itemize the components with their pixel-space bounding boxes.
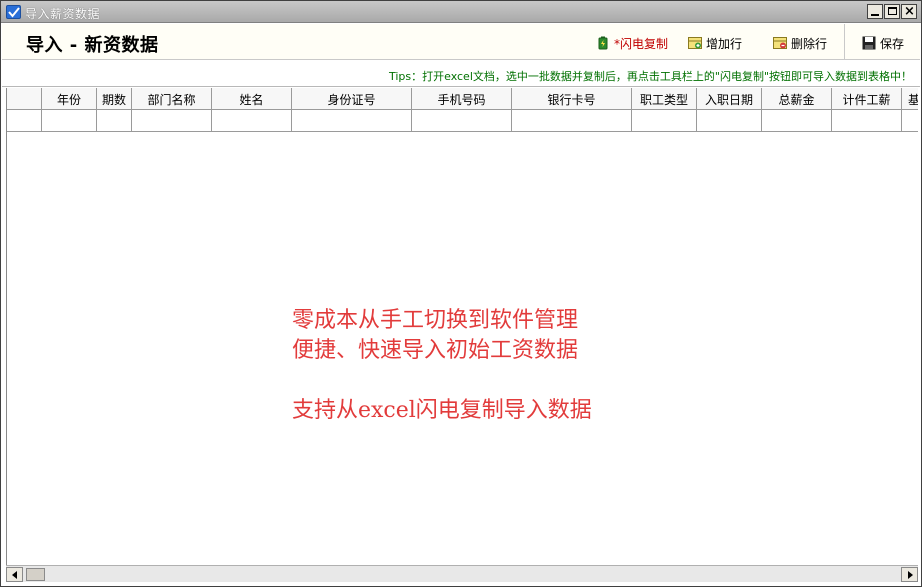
row-header-corner[interactable] — [7, 88, 42, 110]
note-line-3: 支持从excel闪电复制导入数据 — [292, 398, 592, 423]
minimize-button[interactable] — [867, 4, 883, 19]
add-row-icon — [688, 36, 702, 50]
tips-bar: Tips：打开excel文档，选中一批数据并复制后，再点击工具栏上的"闪电复制"… — [2, 61, 920, 87]
toolbar-divider — [844, 24, 845, 60]
delete-row-label: 删除行 — [791, 36, 828, 51]
horizontal-scrollbar[interactable] — [6, 565, 918, 582]
row-header-cell[interactable] — [7, 110, 42, 132]
battery-flash-icon — [596, 36, 610, 50]
table-cell[interactable] — [762, 110, 832, 132]
table-cell[interactable] — [97, 110, 132, 132]
toolbar: 导入 - 新资数据 *闪电复制 增加行 删除行 保存 — [2, 24, 920, 60]
close-icon: × — [904, 4, 915, 19]
delete-row-icon — [773, 36, 787, 50]
table-cell[interactable] — [832, 110, 902, 132]
note-spacer — [292, 366, 592, 396]
scroll-right-arrow-icon — [908, 571, 913, 579]
tips-text: Tips：打开excel文档，选中一批数据并复制后，再点击工具栏上的"闪电复制"… — [388, 70, 912, 83]
maximize-icon — [888, 7, 897, 15]
maximize-button[interactable] — [884, 4, 900, 19]
col-header-department[interactable]: 部门名称 — [132, 88, 212, 110]
app-check-icon — [6, 5, 21, 19]
save-button[interactable]: 保存 — [862, 34, 904, 52]
table-cell[interactable] — [212, 110, 292, 132]
scroll-left-button[interactable] — [6, 567, 23, 582]
table-cell[interactable] — [632, 110, 697, 132]
col-header-period[interactable]: 期数 — [97, 88, 132, 110]
minimize-icon — [871, 14, 879, 16]
col-header-piecework-pay[interactable]: 计件工薪 — [832, 88, 902, 110]
col-header-total-salary[interactable]: 总薪金 — [762, 88, 832, 110]
scrollbar-thumb[interactable] — [26, 568, 45, 581]
floppy-disk-icon — [862, 36, 876, 50]
table-cell[interactable] — [697, 110, 762, 132]
scroll-right-button[interactable] — [901, 567, 918, 582]
data-grid[interactable]: 年份 期数 部门名称 姓名 身份证号 手机号码 银行卡号 职工类型 入职日期 总… — [6, 88, 918, 565]
save-label: 保存 — [880, 36, 905, 51]
add-row-label: 增加行 — [706, 36, 743, 51]
page-title: 导入 - 新资数据 — [26, 35, 159, 56]
center-note: 零成本从手工切换到软件管理 便捷、快速导入初始工资数据 支持从excel闪电复制… — [292, 306, 592, 426]
col-header-bank-card[interactable]: 银行卡号 — [512, 88, 632, 110]
title-bar[interactable]: 导入薪资数据 × — [1, 1, 921, 23]
scroll-left-arrow-icon — [12, 571, 17, 579]
col-header-id-number[interactable]: 身份证号 — [292, 88, 412, 110]
table-cell[interactable] — [412, 110, 512, 132]
table-cell[interactable] — [132, 110, 212, 132]
table-cell[interactable] — [292, 110, 412, 132]
table-row[interactable] — [7, 110, 918, 132]
col-header-hire-date[interactable]: 入职日期 — [697, 88, 762, 110]
close-button[interactable]: × — [901, 4, 917, 19]
col-header-phone[interactable]: 手机号码 — [412, 88, 512, 110]
note-line-1: 零成本从手工切换到软件管理 — [292, 308, 579, 333]
main-window: 导入薪资数据 × 导入 - 新资数据 *闪电复制 增加行 删除行 保存 Tips… — [0, 0, 922, 587]
delete-row-button[interactable]: 删除行 — [773, 34, 827, 52]
table-cell[interactable] — [902, 110, 918, 132]
col-header-year[interactable]: 年份 — [42, 88, 97, 110]
flash-copy-label: *闪电复制 — [614, 36, 669, 51]
col-header-name[interactable]: 姓名 — [212, 88, 292, 110]
table-cell[interactable] — [512, 110, 632, 132]
col-header-employee-type[interactable]: 职工类型 — [632, 88, 697, 110]
table-cell[interactable] — [42, 110, 97, 132]
flash-copy-button[interactable]: *闪电复制 — [596, 34, 668, 52]
window-title: 导入薪资数据 — [25, 7, 101, 21]
col-header-basic[interactable]: 基 — [902, 88, 918, 110]
note-line-2: 便捷、快速导入初始工资数据 — [292, 338, 579, 363]
grid-header-row: 年份 期数 部门名称 姓名 身份证号 手机号码 银行卡号 职工类型 入职日期 总… — [7, 88, 918, 110]
add-row-button[interactable]: 增加行 — [688, 34, 742, 52]
